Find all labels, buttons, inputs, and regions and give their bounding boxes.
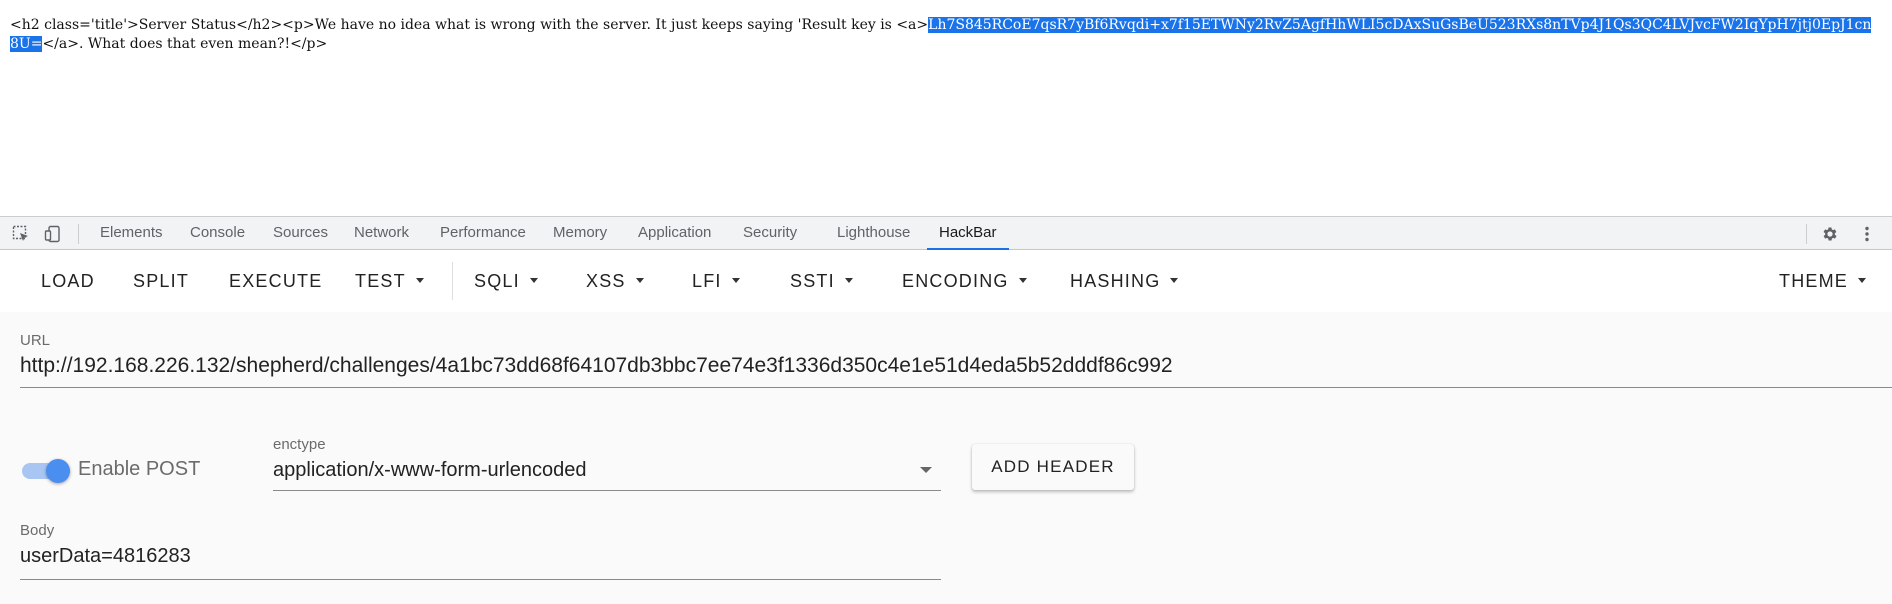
theme-menu-label: THEME — [1779, 271, 1848, 291]
tab-security[interactable]: Security — [743, 217, 797, 249]
tabbar-divider-right — [1806, 224, 1807, 244]
tab-elements[interactable]: Elements — [100, 217, 163, 249]
url-label: URL — [20, 332, 51, 349]
raw-text-before: <h2 class='title'>Server Status</h2><p>W… — [10, 17, 929, 33]
hackbar-toolbar: LOAD SPLIT EXECUTE TEST SQLI XSS LFI SST… — [0, 250, 1892, 312]
encoding-menu-button[interactable]: ENCODING — [902, 268, 1027, 294]
toolbar-divider — [452, 262, 453, 300]
split-button[interactable]: SPLIT — [133, 268, 189, 294]
tab-network[interactable]: Network — [354, 217, 409, 249]
tab-lighthouse[interactable]: Lighthouse — [837, 217, 910, 249]
tab-hackbar[interactable]: HackBar — [927, 217, 1008, 250]
tab-performance[interactable]: Performance — [440, 217, 526, 249]
ssti-menu-button[interactable]: SSTI — [790, 268, 853, 294]
chevron-down-icon — [1018, 277, 1027, 283]
device-toolbar-icon[interactable] — [44, 225, 62, 243]
body-label: Body — [20, 522, 55, 539]
chevron-down-icon — [844, 277, 853, 283]
raw-response-text: <h2 class='title'>Server Status</h2><p>W… — [10, 16, 1880, 54]
chevron-down-icon — [635, 277, 644, 283]
tab-console[interactable]: Console — [190, 217, 245, 249]
enable-post-toggle-knob[interactable] — [46, 459, 70, 483]
chevron-down-icon — [529, 277, 538, 283]
hackbar-form: URL http://192.168.226.132/shepherd/chal… — [0, 312, 1892, 604]
encoding-menu-label: ENCODING — [902, 271, 1009, 291]
tab-sources[interactable]: Sources — [273, 217, 328, 249]
sqli-menu-label: SQLI — [474, 271, 520, 291]
enctype-select[interactable]: application/x-www-form-urlencoded — [273, 459, 586, 482]
enctype-underline — [273, 490, 941, 491]
chevron-down-icon — [731, 277, 740, 283]
theme-menu-button[interactable]: THEME — [1779, 268, 1866, 294]
ssti-menu-label: SSTI — [790, 271, 835, 291]
hashing-menu-label: HASHING — [1070, 271, 1161, 291]
dropdown-arrow-icon[interactable] — [920, 467, 932, 473]
lfi-menu-button[interactable]: LFI — [692, 268, 740, 294]
tab-application[interactable]: Application — [638, 217, 711, 249]
page-output: <h2 class='title'>Server Status</h2><p>W… — [0, 0, 1892, 216]
lfi-menu-label: LFI — [692, 271, 722, 291]
body-input[interactable]: userData=4816283 — [20, 545, 191, 568]
hashing-menu-button[interactable]: HASHING — [1070, 268, 1179, 294]
inspect-element-icon[interactable] — [12, 225, 30, 243]
xss-menu-label: XSS — [586, 271, 626, 291]
url-underline — [20, 387, 1892, 388]
tabbar-divider — [78, 224, 79, 244]
url-input[interactable]: http://192.168.226.132/shepherd/challeng… — [20, 354, 1173, 378]
sqli-menu-button[interactable]: SQLI — [474, 268, 538, 294]
load-button[interactable]: LOAD — [41, 268, 95, 294]
execute-button[interactable]: EXECUTE — [229, 268, 322, 294]
enctype-label: enctype — [273, 436, 326, 453]
enable-post-label: Enable POST — [78, 458, 201, 480]
raw-text-after: </a>. What does that even mean?!</p> — [42, 36, 328, 52]
test-menu-button[interactable]: TEST — [355, 268, 424, 294]
xss-menu-button[interactable]: XSS — [586, 268, 644, 294]
add-header-button[interactable]: ADD HEADER — [972, 444, 1134, 490]
chevron-down-icon — [1858, 277, 1866, 283]
test-menu-label: TEST — [355, 271, 406, 291]
gear-icon[interactable] — [1821, 225, 1839, 243]
chevron-down-icon — [415, 277, 424, 283]
body-underline — [20, 579, 941, 580]
tab-memory[interactable]: Memory — [553, 217, 607, 249]
more-options-icon[interactable] — [1858, 225, 1876, 243]
devtools-tabbar: Elements Console Sources Network Perform… — [0, 216, 1892, 250]
chevron-down-icon — [1170, 277, 1179, 283]
